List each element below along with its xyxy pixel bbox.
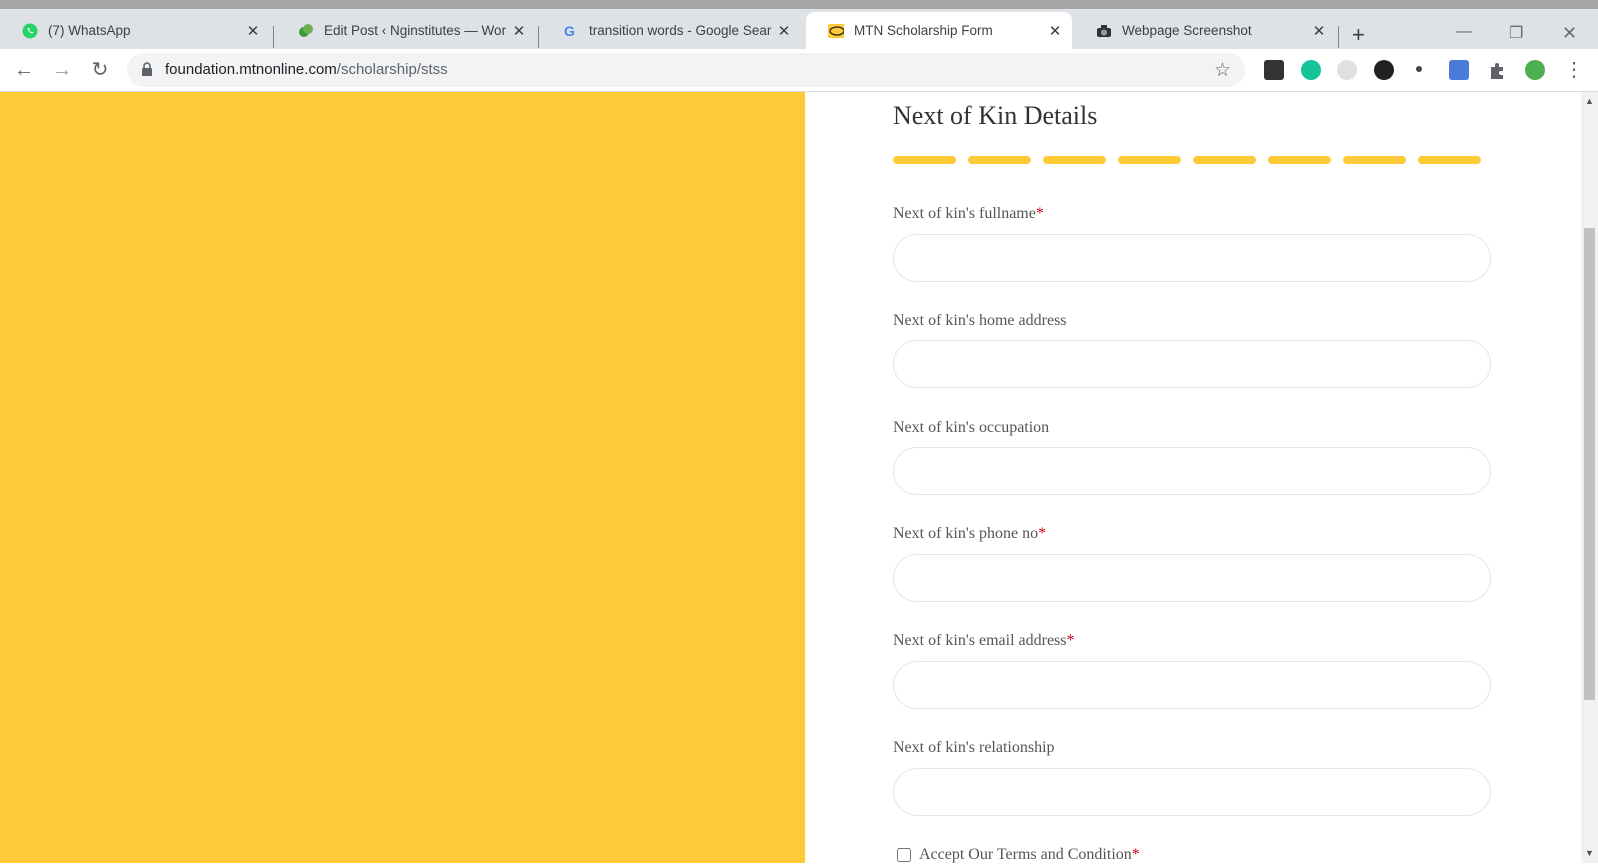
tab-edit-post[interactable]: Edit Post ‹ Nginstitutes — Wor ✕ xyxy=(276,12,536,49)
home-address-label: Next of kin's home address xyxy=(893,312,1067,330)
mtn-icon xyxy=(828,23,844,39)
progress-segment xyxy=(1343,156,1406,164)
tab-mtn-scholarship[interactable]: MTN Scholarship Form ✕ xyxy=(806,12,1072,49)
lock-icon xyxy=(141,62,153,82)
terms-label: Accept Our Terms and Condition xyxy=(919,846,1132,863)
back-arrow-icon[interactable]: ← xyxy=(12,59,36,81)
progress-segment xyxy=(1118,156,1181,164)
grammarly-icon[interactable] xyxy=(1301,60,1321,80)
tab-webpage-screenshot[interactable]: Webpage Screenshot ✕ xyxy=(1074,12,1336,49)
progress-segment xyxy=(1193,156,1256,164)
tab-divider xyxy=(273,26,274,48)
forward-arrow-icon[interactable]: → xyxy=(50,59,74,81)
address-bar[interactable]: foundation.mtnonline.com/scholarship/sts… xyxy=(127,53,1245,87)
extension-icon[interactable] xyxy=(1374,60,1394,80)
label-text: Next of kin's relationship xyxy=(893,739,1055,756)
tab-title: Edit Post ‹ Nginstitutes — Wor xyxy=(324,23,507,38)
url-text: foundation.mtnonline.com/scholarship/sts… xyxy=(165,61,448,78)
tab-title: MTN Scholarship Form xyxy=(854,23,993,38)
tab-whatsapp[interactable]: (7) WhatsApp ✕ xyxy=(0,12,270,49)
close-icon[interactable]: ✕ xyxy=(244,22,262,40)
kin-home-address-input[interactable] xyxy=(893,340,1491,388)
screenshot-extension-icon[interactable] xyxy=(1337,60,1357,80)
tab-divider xyxy=(538,26,539,48)
google-icon: G xyxy=(563,23,579,39)
kin-email-input[interactable] xyxy=(893,661,1491,709)
scroll-up-arrow-icon[interactable]: ▲ xyxy=(1585,96,1594,106)
reload-icon[interactable]: ↻ xyxy=(88,59,112,81)
url-domain: foundation.mtnonline.com xyxy=(165,61,337,78)
translate-icon[interactable] xyxy=(1449,60,1469,80)
browser-toolbar: ← → ↻ foundation.mtnonline.com/scholarsh… xyxy=(0,49,1598,92)
restore-icon[interactable]: ❐ xyxy=(1509,23,1523,43)
minimize-icon[interactable]: — xyxy=(1456,23,1472,41)
required-marker: * xyxy=(1131,846,1140,863)
close-icon[interactable]: ✕ xyxy=(775,22,793,40)
kin-occupation-input[interactable] xyxy=(893,447,1491,495)
scrollbar-thumb[interactable] xyxy=(1584,228,1595,700)
close-icon[interactable]: ✕ xyxy=(1046,22,1064,40)
label-text: Next of kin's email address xyxy=(893,632,1067,649)
svg-text:G: G xyxy=(564,23,575,39)
progress-segment xyxy=(1418,156,1481,164)
terms-row[interactable]: Accept Our Terms and Condition * xyxy=(897,846,1140,864)
tab-title: Webpage Screenshot xyxy=(1122,23,1252,38)
phone-label: Next of kin's phone no* xyxy=(893,525,1046,543)
terms-checkbox[interactable] xyxy=(897,848,911,862)
progress-segment xyxy=(968,156,1031,164)
site-icon xyxy=(298,23,314,39)
email-label: Next of kin's email address* xyxy=(893,632,1075,650)
page-scrollbar[interactable]: ▲ ▼ xyxy=(1581,92,1598,863)
label-text: Next of kin's occupation xyxy=(893,419,1050,436)
occupation-label: Next of kin's occupation xyxy=(893,419,1049,437)
window-top-strip xyxy=(0,0,1598,9)
close-icon[interactable]: ✕ xyxy=(510,22,528,40)
section-title: Next of Kin Details xyxy=(893,101,1098,130)
bookmark-star-icon[interactable]: ☆ xyxy=(1214,59,1231,82)
fullname-label: Next of kin's fullname* xyxy=(893,205,1044,223)
tab-divider xyxy=(1338,26,1339,48)
label-text: Next of kin's fullname xyxy=(893,205,1036,222)
scroll-down-arrow-icon[interactable]: ▼ xyxy=(1585,848,1594,858)
label-text: Next of kin's phone no xyxy=(893,525,1039,542)
tab-google-search[interactable]: G transition words - Google Sear ✕ xyxy=(541,12,801,49)
relationship-label: Next of kin's relationship xyxy=(893,739,1055,757)
tab-title: (7) WhatsApp xyxy=(48,23,131,38)
url-path: /scholarship/stss xyxy=(336,61,448,78)
required-marker: * xyxy=(1038,525,1047,542)
progress-segment xyxy=(893,156,956,164)
puzzle-extensions-icon[interactable] xyxy=(1487,60,1507,80)
progress-segment xyxy=(1043,156,1106,164)
tab-strip: (7) WhatsApp ✕ Edit Post ‹ Nginstitutes … xyxy=(0,9,1598,49)
new-tab-button[interactable]: + xyxy=(1352,24,1365,46)
tab-title: transition words - Google Sear xyxy=(589,23,772,38)
progress-segment xyxy=(1268,156,1331,164)
extension-icon[interactable] xyxy=(1416,66,1422,72)
kin-relationship-input[interactable] xyxy=(893,768,1491,816)
close-icon[interactable]: ✕ xyxy=(1310,22,1328,40)
yellow-side-panel xyxy=(0,92,805,863)
kin-fullname-input[interactable] xyxy=(893,234,1491,282)
kin-phone-input[interactable] xyxy=(893,554,1491,602)
screenshot-extension-icon xyxy=(1096,23,1112,39)
extension-icon[interactable] xyxy=(1525,60,1545,80)
extension-icon[interactable] xyxy=(1264,60,1284,80)
whatsapp-icon xyxy=(22,23,38,39)
required-marker: * xyxy=(1066,632,1075,649)
window-close-icon[interactable]: ✕ xyxy=(1562,23,1577,44)
menu-kebab-icon[interactable]: ⋮ xyxy=(1562,59,1586,81)
required-marker: * xyxy=(1035,205,1044,222)
label-text: Next of kin's home address xyxy=(893,312,1067,329)
